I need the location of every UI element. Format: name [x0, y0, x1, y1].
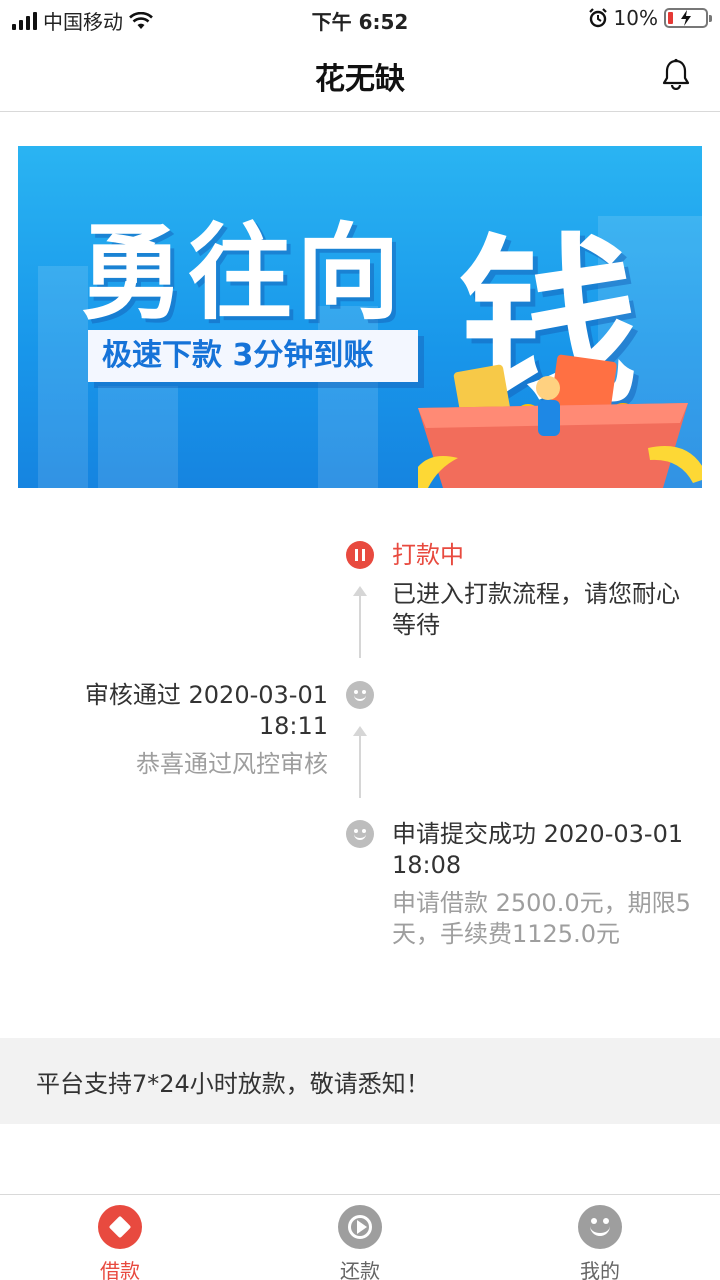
alarm-icon — [588, 8, 607, 28]
timeline-line — [359, 594, 361, 658]
play-icon — [338, 1205, 382, 1249]
step-title-submitted-line2: 18:08 — [392, 851, 462, 879]
status-bar: 中国移动 下午 6:52 10% — [0, 0, 720, 36]
step-desc-approved: 恭喜通过风控审核 — [136, 750, 328, 778]
tab-repay[interactable]: 还款 — [300, 1205, 420, 1280]
step-desc-submitted-line2: 天，手续费1125.0元 — [392, 920, 620, 948]
smiley-icon — [346, 681, 374, 709]
battery-percent: 10% — [613, 6, 658, 30]
diamond-icon — [98, 1205, 142, 1249]
tab-label: 我的 — [580, 1259, 620, 1280]
tab-borrow[interactable]: 借款 — [60, 1205, 180, 1280]
promo-banner[interactable]: 勇往向 钱 极速下款 3分钟到账 — [18, 146, 702, 488]
step-desc-paying-line1: 已进入打款流程，请您耐心 — [392, 580, 680, 608]
bottom-tab-bar: 借款 还款 我的 — [0, 1194, 720, 1280]
tab-label: 还款 — [340, 1259, 380, 1280]
step-desc-submitted-line1: 申请借款 2500.0元，期限5 — [392, 889, 691, 917]
smiley-icon — [346, 820, 374, 848]
step-desc-paying-line2: 等待 — [392, 611, 440, 639]
smiley-icon — [578, 1205, 622, 1249]
step-title-approved-line2: 18:11 — [258, 712, 328, 740]
pause-icon — [346, 541, 374, 569]
nav-header: 花无缺 — [0, 36, 720, 112]
banner-headline: 勇往向 — [80, 212, 405, 334]
timeline-line — [359, 734, 361, 798]
tab-mine[interactable]: 我的 — [540, 1205, 660, 1280]
tab-label: 借款 — [100, 1259, 140, 1280]
red-envelope-illustration — [418, 354, 702, 488]
banner-subtitle: 极速下款 3分钟到账 — [88, 330, 418, 382]
notice-bar: 平台支持7*24小时放款，敬请悉知！ — [0, 1038, 720, 1124]
bell-icon[interactable] — [662, 58, 690, 90]
step-title-submitted-line1: 申请提交成功 2020-03-01 — [392, 820, 684, 848]
page-title: 花无缺 — [315, 62, 405, 97]
step-title-paying: 打款中 — [392, 541, 464, 569]
battery-icon — [664, 8, 712, 28]
step-title-approved-line1: 审核通过 2020-03-01 — [84, 681, 328, 709]
notice-text: 平台支持7*24小时放款，敬请悉知！ — [36, 1070, 430, 1098]
